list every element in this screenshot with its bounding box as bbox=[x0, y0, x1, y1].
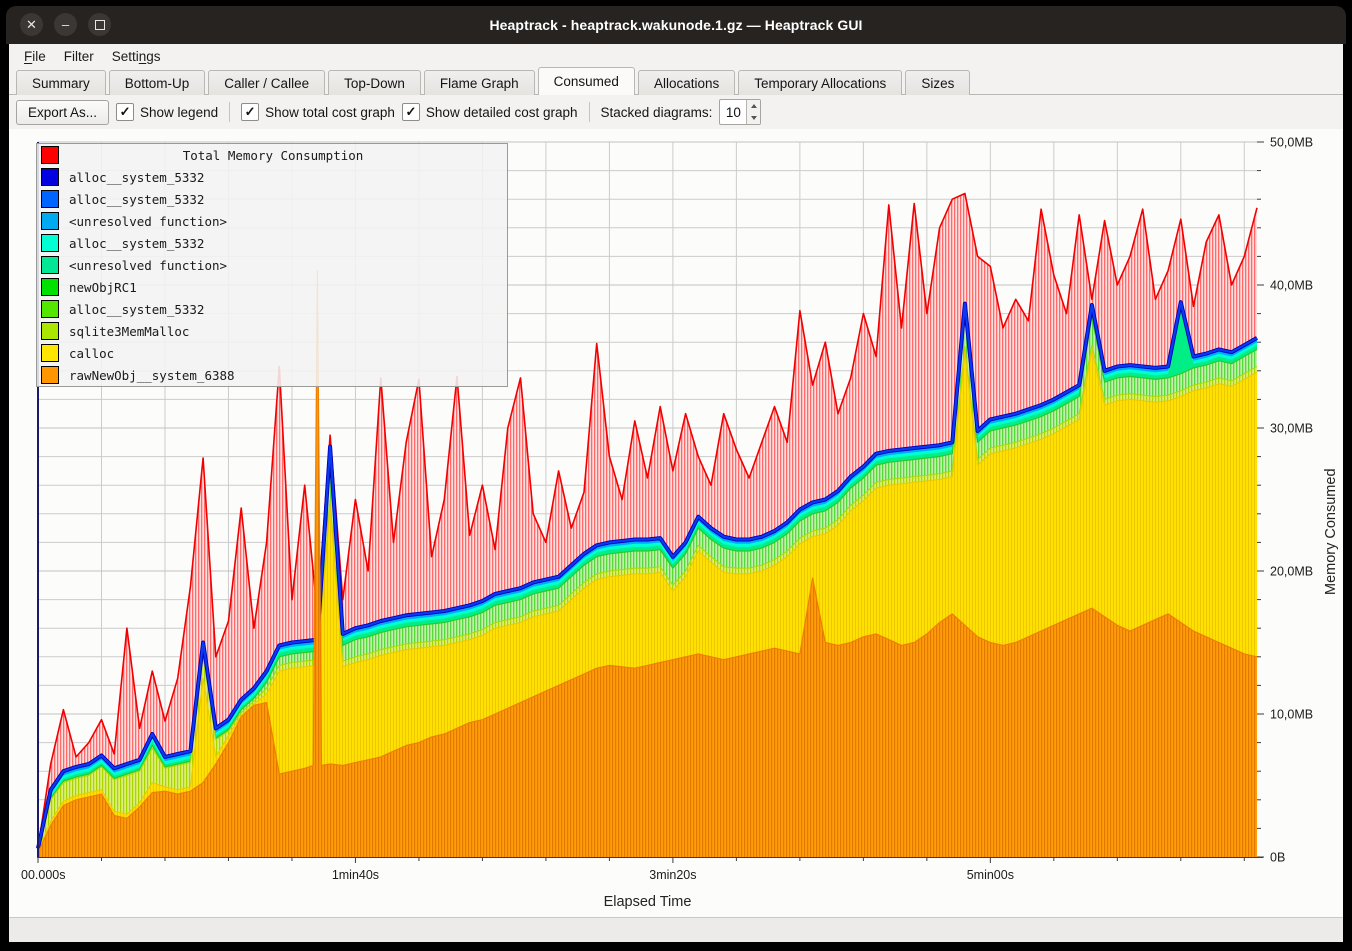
legend-item: <unresolved function> bbox=[37, 210, 507, 232]
legend-swatch-total bbox=[41, 146, 59, 164]
legend-label: alloc__system_5332 bbox=[69, 170, 204, 185]
main-content: FileFilterSettings SummaryBottom-UpCalle… bbox=[9, 44, 1343, 918]
legend-item: rawNewObj__system_6388 bbox=[37, 364, 507, 386]
x-tick-label: 00.000s bbox=[21, 868, 65, 882]
x-tick-label: 1min40s bbox=[332, 868, 379, 882]
tabbar: SummaryBottom-UpCaller / CalleeTop-DownF… bbox=[9, 68, 1343, 95]
legend-swatch bbox=[41, 234, 59, 252]
legend-item: alloc__system_5332 bbox=[37, 166, 507, 188]
spin-up-button[interactable] bbox=[747, 100, 760, 112]
legend-label: <unresolved function> bbox=[69, 214, 227, 229]
legend-title: Total Memory Consumption bbox=[69, 148, 477, 163]
status-strip bbox=[9, 917, 1343, 942]
show-total-cost-label: Show total cost graph bbox=[265, 105, 395, 120]
x-tick-label: 5min00s bbox=[967, 868, 1014, 882]
show-legend-checkbox-group[interactable]: ✓ Show legend bbox=[116, 103, 218, 121]
close-button[interactable]: ✕ bbox=[20, 13, 43, 36]
legend-swatch bbox=[41, 278, 59, 296]
tab-allocations[interactable]: Allocations bbox=[638, 70, 735, 95]
legend-item: calloc bbox=[37, 342, 507, 364]
y-tick-label: 10,0MB bbox=[1270, 708, 1313, 722]
legend-item: alloc__system_5332 bbox=[37, 232, 507, 254]
legend-label: newObjRC1 bbox=[69, 280, 137, 295]
menu-file[interactable]: File bbox=[15, 47, 55, 66]
y-tick-label: 20,0MB bbox=[1270, 565, 1313, 579]
stacked-diagrams-label: Stacked diagrams: bbox=[601, 105, 713, 120]
window-controls: ✕ – bbox=[20, 13, 111, 36]
legend-label: alloc__system_5332 bbox=[69, 302, 204, 317]
minimize-button[interactable]: – bbox=[54, 13, 77, 36]
legend-item: <unresolved function> bbox=[37, 254, 507, 276]
legend-item: alloc__system_5332 bbox=[37, 298, 507, 320]
maximize-button[interactable] bbox=[88, 13, 111, 36]
menubar: FileFilterSettings bbox=[9, 44, 1343, 68]
tab-consumed[interactable]: Consumed bbox=[538, 67, 635, 95]
tab-top-down[interactable]: Top-Down bbox=[328, 70, 421, 95]
show-detailed-cost-checkbox-group[interactable]: ✓ Show detailed cost graph bbox=[402, 103, 578, 121]
legend-swatch bbox=[41, 322, 59, 340]
chart-legend: Total Memory Consumption alloc__system_53… bbox=[36, 143, 508, 387]
x-axis-title: Elapsed Time bbox=[38, 894, 1257, 910]
show-detailed-cost-label: Show detailed cost graph bbox=[426, 105, 578, 120]
stacked-diagrams-value[interactable]: 10 bbox=[720, 100, 746, 124]
export-as-button[interactable]: Export As... bbox=[16, 100, 109, 125]
legend-swatch bbox=[41, 300, 59, 318]
tab-flame-graph[interactable]: Flame Graph bbox=[424, 70, 535, 95]
legend-label: alloc__system_5332 bbox=[69, 236, 204, 251]
legend-title-row: Total Memory Consumption bbox=[37, 144, 507, 166]
x-tick-label: 3min20s bbox=[649, 868, 696, 882]
legend-swatch bbox=[41, 212, 59, 230]
y-tick-label: 30,0MB bbox=[1270, 422, 1313, 436]
maximize-icon bbox=[95, 20, 105, 30]
y-tick-label: 50,0MB bbox=[1270, 136, 1313, 150]
stacked-diagrams-spinbox[interactable]: 10 bbox=[719, 99, 761, 125]
spinbox-buttons bbox=[746, 100, 760, 124]
legend-label: rawNewObj__system_6388 bbox=[69, 368, 235, 383]
legend-item: alloc__system_5332 bbox=[37, 188, 507, 210]
tab-bottom-up[interactable]: Bottom-Up bbox=[109, 70, 206, 95]
window-title: Heaptrack - heaptrack.wakunode.1.gz — He… bbox=[489, 17, 862, 33]
legend-label: sqlite3MemMalloc bbox=[69, 324, 189, 339]
y-tick-label: 0B bbox=[1270, 851, 1285, 865]
legend-item: sqlite3MemMalloc bbox=[37, 320, 507, 342]
tab-caller-callee[interactable]: Caller / Callee bbox=[208, 70, 325, 95]
consumed-chart[interactable]: 00.000s 1min40s 3min20s 5min00s 0B 10,0MB 20,0… bbox=[9, 129, 1343, 918]
y-tick-label: 40,0MB bbox=[1270, 279, 1313, 293]
legend-swatch bbox=[41, 366, 59, 384]
show-detailed-cost-checkbox[interactable]: ✓ bbox=[402, 103, 420, 121]
show-legend-checkbox[interactable]: ✓ bbox=[116, 103, 134, 121]
legend-label: alloc__system_5332 bbox=[69, 192, 204, 207]
legend-swatch bbox=[41, 256, 59, 274]
tab-summary[interactable]: Summary bbox=[16, 70, 106, 95]
legend-label: <unresolved function> bbox=[69, 258, 227, 273]
show-legend-label: Show legend bbox=[140, 105, 218, 120]
legend-swatch bbox=[41, 190, 59, 208]
show-total-cost-checkbox[interactable]: ✓ bbox=[241, 103, 259, 121]
legend-item: newObjRC1 bbox=[37, 276, 507, 298]
toolbar: Export As... ✓ Show legend ✓ Show total … bbox=[9, 95, 1343, 129]
tab-temporary-allocations[interactable]: Temporary Allocations bbox=[738, 70, 902, 95]
titlebar: ✕ – Heaptrack - heaptrack.wakunode.1.gz … bbox=[6, 6, 1346, 44]
heaptrack-window: ✕ – Heaptrack - heaptrack.wakunode.1.gz … bbox=[0, 0, 1352, 951]
y-axis-title: Memory Consumed bbox=[1323, 468, 1339, 595]
legend-swatch bbox=[41, 168, 59, 186]
toolbar-separator bbox=[229, 102, 230, 122]
legend-swatch bbox=[41, 344, 59, 362]
show-total-cost-checkbox-group[interactable]: ✓ Show total cost graph bbox=[241, 103, 395, 121]
menu-settings[interactable]: Settings bbox=[103, 47, 170, 66]
tab-sizes[interactable]: Sizes bbox=[905, 70, 970, 95]
heaptrack-window: { "titlebar": { "title": "Heaptrack - he… bbox=[0, 0, 1352, 951]
legend-label: calloc bbox=[69, 346, 114, 361]
menu-filter[interactable]: Filter bbox=[55, 47, 103, 66]
spin-down-button[interactable] bbox=[747, 112, 760, 124]
toolbar-separator bbox=[589, 102, 590, 122]
